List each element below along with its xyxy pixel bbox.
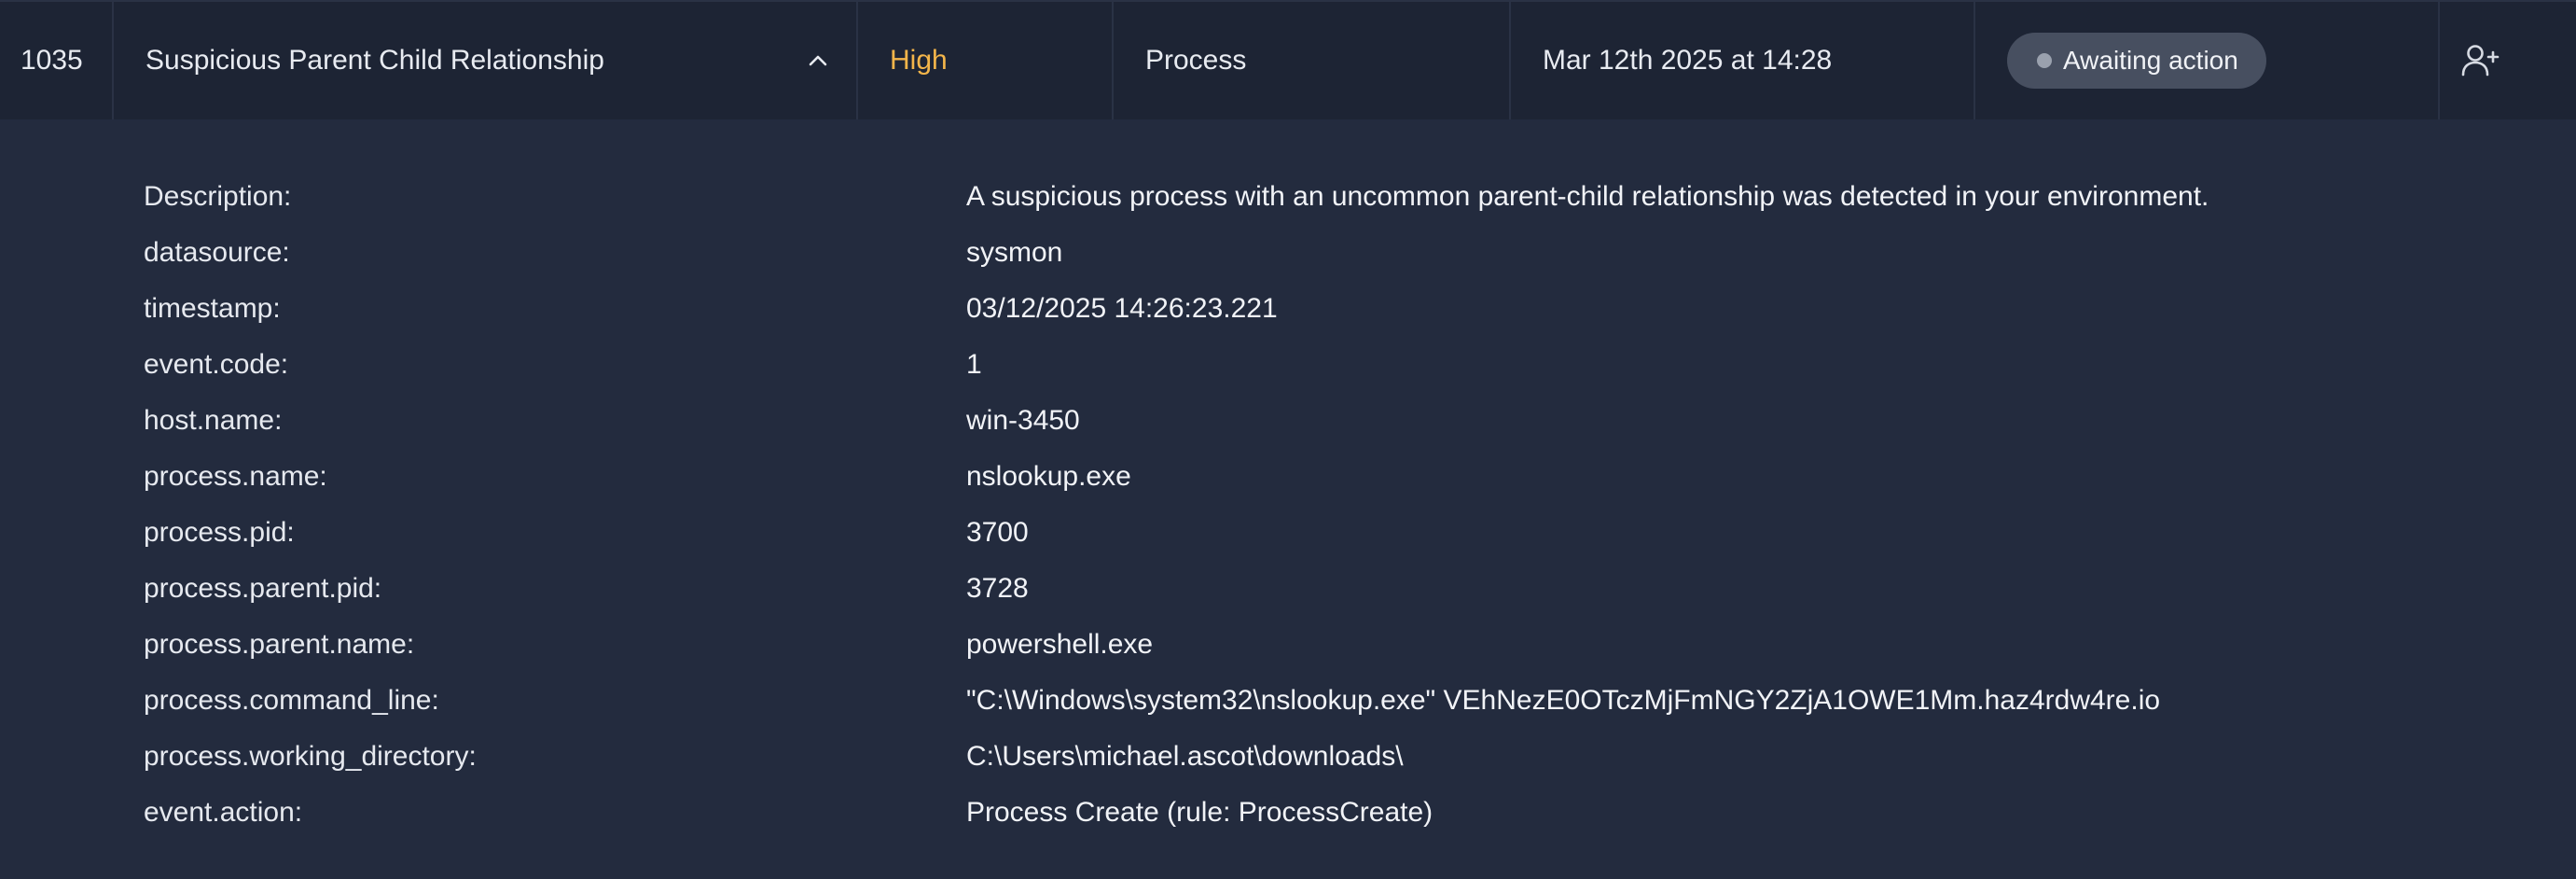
detail-key: process.working_directory: xyxy=(144,741,477,772)
column-divider xyxy=(1509,2,1511,119)
alert-details-panel: Description: A suspicious process with a… xyxy=(0,119,2576,879)
detail-row: process.parent.pid: 3728 xyxy=(0,561,2576,617)
status-badge[interactable]: Awaiting action xyxy=(2007,2,2266,119)
alert-date: Mar 12th 2025 at 14:28 xyxy=(1543,45,1833,76)
detail-key: event.action: xyxy=(144,797,303,828)
detail-row: Description: A suspicious process with a… xyxy=(0,169,2576,225)
detail-row: process.command_line: "C:\Windows\system… xyxy=(0,673,2576,729)
detail-key: process.pid: xyxy=(144,517,295,548)
detail-row: process.pid: 3700 xyxy=(0,505,2576,561)
detail-row: process.parent.name: powershell.exe xyxy=(0,617,2576,673)
detail-key: process.parent.name: xyxy=(144,629,415,660)
detail-value: C:\Users\michael.ascot\downloads\ xyxy=(966,741,1404,772)
detail-value: sysmon xyxy=(966,237,1063,268)
detail-value: 03/12/2025 14:26:23.221 xyxy=(966,293,1278,324)
column-divider xyxy=(1112,2,1114,119)
detail-row: process.working_directory: C:\Users\mich… xyxy=(0,729,2576,785)
column-divider xyxy=(856,2,858,119)
detail-value: nslookup.exe xyxy=(966,461,1131,492)
column-divider xyxy=(112,2,114,119)
detail-value: 3728 xyxy=(966,573,1029,604)
chevron-up-icon[interactable] xyxy=(806,2,830,119)
detail-key: process.parent.pid: xyxy=(144,573,382,604)
detail-key: datasource: xyxy=(144,237,290,268)
detail-value: "C:\Windows\system32\nslookup.exe" VEhNe… xyxy=(966,685,2161,716)
status-dot-icon xyxy=(2037,53,2052,68)
detail-key: host.name: xyxy=(144,405,283,436)
assign-user-button[interactable] xyxy=(2453,2,2509,119)
alert-title: Suspicious Parent Child Relationship xyxy=(145,45,604,76)
detail-value: win-3450 xyxy=(966,405,1080,436)
detail-value: A suspicious process with an uncommon pa… xyxy=(966,181,2209,212)
detail-row: process.name: nslookup.exe xyxy=(0,449,2576,505)
detail-row: event.code: 1 xyxy=(0,337,2576,393)
detail-key: process.command_line: xyxy=(144,685,439,716)
category-label: Process xyxy=(1145,45,1247,76)
status-label: Awaiting action xyxy=(2063,46,2238,75)
alert-id: 1035 xyxy=(21,45,83,76)
detail-value: 3700 xyxy=(966,517,1029,548)
severity-label: High xyxy=(890,45,948,76)
detail-value: 1 xyxy=(966,349,982,380)
alert-row[interactable]: 1035 Suspicious Parent Child Relationshi… xyxy=(0,0,2576,119)
detail-value: powershell.exe xyxy=(966,629,1154,660)
user-plus-icon xyxy=(2461,45,2500,77)
status-pill[interactable]: Awaiting action xyxy=(2007,33,2266,89)
detail-row: datasource: sysmon xyxy=(0,225,2576,281)
detail-key: process.name: xyxy=(144,461,327,492)
detail-row: host.name: win-3450 xyxy=(0,393,2576,449)
detail-key: event.code: xyxy=(144,349,289,380)
column-divider xyxy=(2438,2,2440,119)
detail-key: Description: xyxy=(144,181,292,212)
detail-row: event.action: Process Create (rule: Proc… xyxy=(0,785,2576,841)
detail-row: timestamp: 03/12/2025 14:26:23.221 xyxy=(0,281,2576,337)
detail-value: Process Create (rule: ProcessCreate) xyxy=(966,797,1433,828)
detail-key: timestamp: xyxy=(144,293,281,324)
column-divider xyxy=(1974,2,1975,119)
